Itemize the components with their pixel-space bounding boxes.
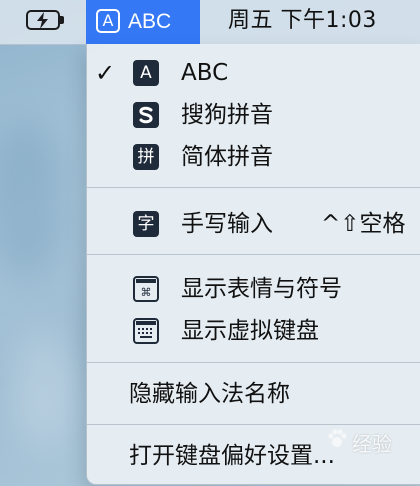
watermark-text: 经验 bbox=[352, 432, 392, 456]
menu-item-sogou-pinyin[interactable]: 搜狗拼音 bbox=[87, 95, 420, 135]
battery-charging-icon[interactable] bbox=[26, 10, 66, 32]
menu-item-handwriting[interactable]: 字 手写输入 ^⇧空格 bbox=[87, 204, 420, 244]
paw-icon bbox=[328, 429, 347, 447]
menu-item-abc[interactable]: ✓ A ABC bbox=[87, 53, 420, 93]
menu-item-simplified-pinyin[interactable]: 拼 简体拼音 bbox=[87, 137, 420, 177]
menu-separator bbox=[87, 424, 420, 425]
menu-item-label: 显示虚拟键盘 bbox=[181, 318, 319, 344]
menu-item-label: ABC bbox=[181, 60, 229, 86]
keyboard-shortcut: ^⇧空格 bbox=[321, 211, 406, 237]
menu-bar-clock[interactable]: 周五 下午1:03 bbox=[228, 7, 377, 35]
menu-separator bbox=[87, 254, 420, 255]
sogou-input-icon bbox=[133, 102, 159, 128]
menu-bar: A ABC 周五 下午1:03 bbox=[0, 0, 420, 45]
emoji-symbols-icon: ⌘ bbox=[133, 276, 159, 302]
menu-separator bbox=[87, 362, 420, 363]
input-source-dropdown: ✓ A ABC 搜狗拼音 拼 简体拼音 字 手写输入 ^⇧空格 ⌘ 显示表情与符… bbox=[86, 44, 420, 485]
menu-item-label: 打开键盘偏好设置... bbox=[129, 443, 335, 469]
svg-text:⌘: ⌘ bbox=[141, 286, 152, 299]
checkmark-icon: ✓ bbox=[95, 59, 116, 87]
menu-item-hide-input-names[interactable]: 隐藏输入法名称 bbox=[87, 374, 420, 414]
menu-item-label: 搜狗拼音 bbox=[181, 102, 273, 128]
keyboard-viewer-icon bbox=[133, 318, 159, 344]
handwriting-icon: 字 bbox=[133, 211, 159, 237]
pinyin-input-icon: 拼 bbox=[133, 144, 159, 170]
menu-item-label: 简体拼音 bbox=[181, 144, 273, 170]
menu-item-label: 显示表情与符号 bbox=[181, 276, 342, 302]
watermark: 经验 bbox=[326, 426, 420, 456]
input-source-icon: A bbox=[96, 9, 120, 33]
menu-separator bbox=[87, 187, 420, 188]
menu-item-keyboard-viewer[interactable]: 显示虚拟键盘 bbox=[87, 311, 420, 351]
menu-item-label: 手写输入 bbox=[181, 211, 273, 237]
input-source-menu-button[interactable]: A ABC bbox=[86, 0, 200, 44]
abc-input-icon: A bbox=[133, 60, 159, 86]
menu-item-emoji-symbols[interactable]: ⌘ 显示表情与符号 bbox=[87, 269, 420, 309]
input-source-label: ABC bbox=[128, 10, 172, 33]
menu-item-label: 隐藏输入法名称 bbox=[129, 381, 290, 407]
